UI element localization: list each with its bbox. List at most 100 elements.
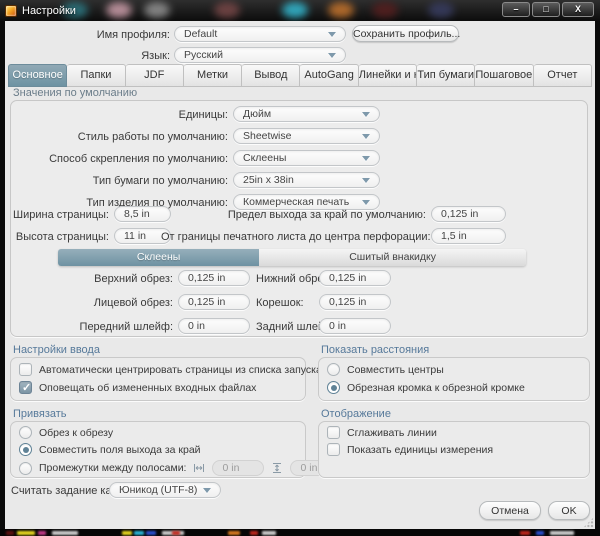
chevron-down-icon [362,112,370,117]
show-distances-group-label: Показать расстояния [321,344,429,356]
snap-group-label: Привязать [13,408,67,420]
tab-autogang[interactable]: AutoGang [300,64,358,87]
app-icon [5,5,17,17]
back-lap-input[interactable]: 0 in [319,318,391,334]
work-style-label: Стиль работы по умолчанию: [11,130,228,145]
show-units-checkbox[interactable] [327,443,340,456]
desktop-color-bar [0,529,600,536]
paper-type-label: Тип бумаги по умолчанию: [11,174,228,189]
units-label: Единицы: [11,108,228,123]
snap-box: Обрез к обрезу Совместить поля выхода за… [10,421,306,478]
encoding-dropdown[interactable]: Юникод (UTF-8) [109,482,221,498]
language-label: Язык: [5,49,170,64]
trim-bottom-input[interactable]: 0,125 in [319,270,391,286]
maximize-button[interactable]: □ [532,2,560,17]
profile-name-dropdown[interactable]: Default [174,26,346,42]
notify-changed-files-checkbox[interactable] [19,381,32,394]
encoding-label: Считать задание как [11,484,116,499]
align-centers-label: Совместить центры [347,364,444,376]
binding-segmented-control: Склеены Сшитый внакидку [58,249,526,266]
trim-spine-label: Корешок: [256,296,304,311]
horizontal-gap-icon [193,462,205,474]
units-dropdown[interactable]: Дюйм [233,106,380,122]
notify-changed-files-label: Оповещать об измененных входных файлах [39,382,256,394]
dialog-body: Имя профиля: Default Сохранить профиль..… [5,21,595,529]
tab-folders[interactable]: Папки [67,64,125,87]
vertical-gap-icon [271,462,283,474]
tab-strip: Основное Папки JDF Метки Вывод AutoGang … [8,64,592,87]
binding-method-value: Склеены [243,151,286,165]
trim-edge-to-trim-edge-label: Обрезная кромка к обрезной кромке [347,382,525,394]
page-height-label: Высота страницы: [11,230,109,245]
work-style-value: Sheetwise [243,129,291,143]
language-dropdown[interactable]: Русский [174,47,346,63]
tab-report[interactable]: Отчет [534,64,592,87]
chevron-down-icon [328,53,336,58]
language-value: Русский [184,48,223,62]
display-box: Сглаживать линии Показать единицы измере… [318,421,590,478]
tab-rulers[interactable]: Линейки и нап [359,64,417,87]
units-value: Дюйм [243,107,271,121]
align-centers-radio[interactable] [327,363,340,376]
chevron-down-icon [362,156,370,161]
titlebar[interactable]: Настройки – □ X [0,0,600,21]
defaults-panel: Единицы: Дюйм Стиль работы по умолчанию:… [10,100,588,337]
tab-marks[interactable]: Метки [184,64,242,87]
show-units-label: Показать единицы измерения [347,444,493,456]
horizontal-gap-input[interactable]: 0 in [212,460,264,476]
chevron-down-icon [362,178,370,183]
tab-paper-type[interactable]: Тип бумаги [417,64,475,87]
trim-top-input[interactable]: 0,125 in [178,270,250,286]
save-profile-button[interactable]: Сохранить профиль... [352,25,459,42]
autocenter-label: Автоматически центрировать страницы из с… [39,364,322,376]
chevron-down-icon [203,488,211,493]
profile-name-value: Default [184,27,217,41]
chevron-down-icon [362,134,370,139]
segment-saddle-stitched[interactable]: Сшитый внакидку [259,249,526,266]
close-button[interactable]: X [562,2,594,17]
tab-jdf[interactable]: JDF [126,64,184,87]
smooth-lines-checkbox[interactable] [327,426,340,439]
input-settings-group-label: Настройки ввода [13,344,100,356]
tab-main[interactable]: Основное [8,64,67,87]
segment-perfect-bound[interactable]: Склеены [58,249,259,266]
ok-button[interactable]: OK [548,501,590,520]
trim-top-label: Верхний обрез: [11,272,173,287]
tab-step-repeat[interactable]: Пошаговое му [475,64,533,87]
work-style-dropdown[interactable]: Sheetwise [233,128,380,144]
display-group-label: Отображение [321,408,391,420]
binding-method-label: Способ скрепления по умолчанию: [11,152,228,167]
product-type-value: Коммерческая печать [243,195,349,209]
perforation-input[interactable]: 1,5 in [431,228,506,244]
bleed-limit-input[interactable]: 0,125 in [431,206,506,222]
trim-edge-to-trim-edge-radio[interactable] [327,381,340,394]
cancel-button[interactable]: Отмена [479,501,541,520]
column-gaps-radio[interactable] [19,462,32,475]
input-settings-box: Автоматически центрировать страницы из с… [10,357,306,401]
minimize-button[interactable]: – [502,2,530,17]
trim-face-label: Лицевой обрез: [11,296,173,311]
trim-to-trim-radio[interactable] [19,426,32,439]
binding-method-dropdown[interactable]: Склеены [233,150,380,166]
front-lap-label: Передний шлейф: [11,320,173,335]
bleed-limit-label: Предел выхода за край по умолчанию: [161,208,426,223]
front-lap-input[interactable]: 0 in [178,318,250,334]
profile-name-label: Имя профиля: [5,28,170,43]
settings-window: Настройки – □ X Имя профиля: Default Сох… [0,0,600,536]
encoding-value: Юникод (UTF-8) [119,483,197,497]
paper-type-dropdown[interactable]: 25in x 38in [233,172,380,188]
autocenter-checkbox[interactable] [19,363,32,376]
smooth-lines-label: Сглаживать линии [347,427,437,439]
page-width-label: Ширина страницы: [11,208,109,223]
trim-spine-input[interactable]: 0,125 in [319,294,391,310]
trim-face-input[interactable]: 0,125 in [178,294,250,310]
perforation-label: От границы печатного листа до центра пер… [161,230,426,245]
show-distances-box: Совместить центры Обрезная кромка к обре… [318,357,590,401]
paper-type-value: 25in x 38in [243,173,294,187]
column-gaps-label: Промежутки между полосами: [39,462,186,474]
tab-output[interactable]: Вывод [242,64,300,87]
trim-to-trim-label: Обрез к обрезу [39,427,113,439]
chevron-down-icon [362,200,370,205]
align-bleed-margins-radio[interactable] [19,443,32,456]
window-title: Настройки [22,5,76,17]
